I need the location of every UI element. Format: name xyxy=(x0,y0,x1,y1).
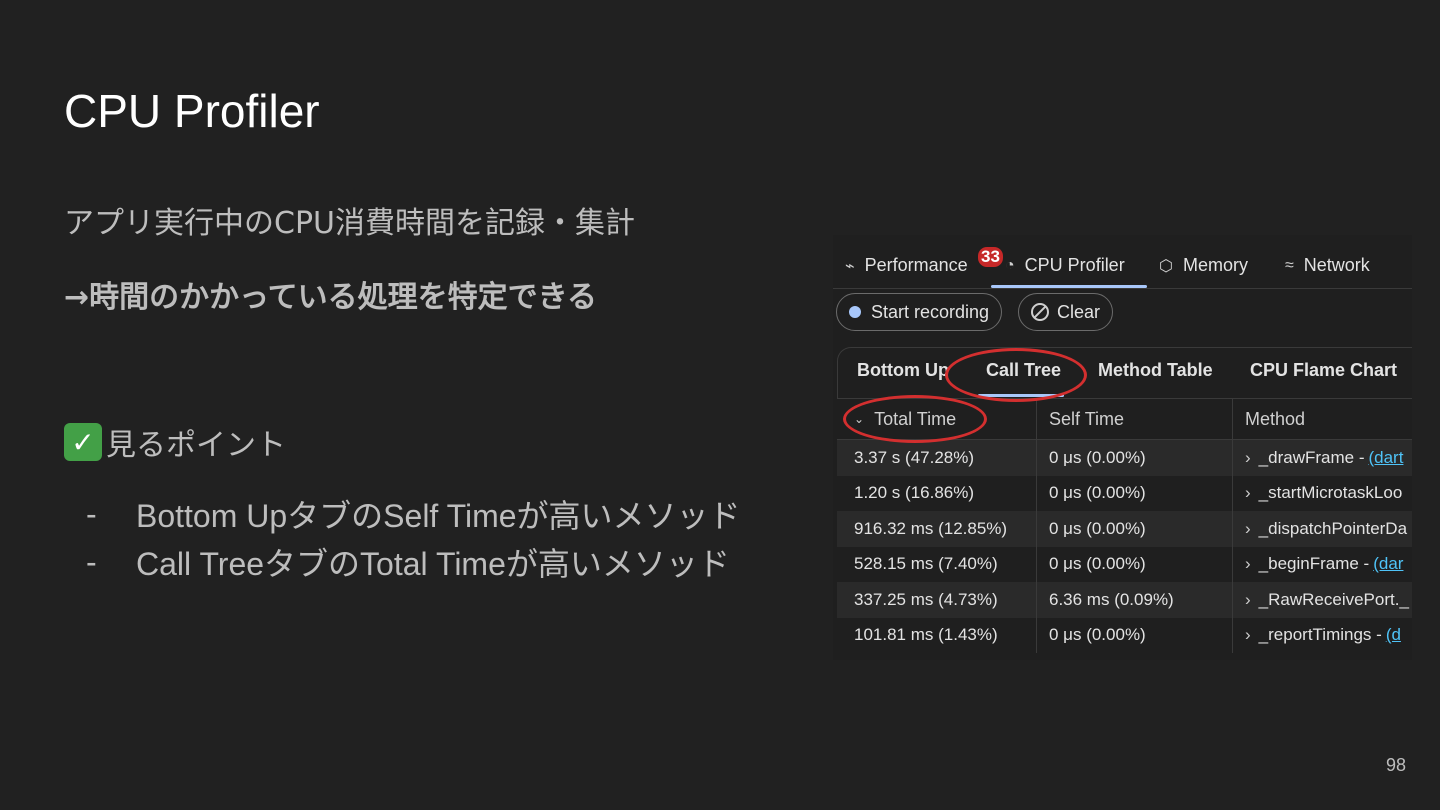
table-row[interactable]: 916.32 ms (12.85%) 0 μs (0.00%) › _dispa… xyxy=(837,511,1412,547)
bullet-dash: - xyxy=(86,495,97,532)
bullet-text: Bottom UpタブのSelf Timeが高いメソッド xyxy=(136,498,741,534)
network-icon: ≈ xyxy=(1285,256,1294,274)
total-time-cell: 337.25 ms (4.73%) xyxy=(837,582,1037,618)
column-header-self-time[interactable]: Self Time xyxy=(1037,399,1233,439)
method-cell: › _startMicrotaskLoo xyxy=(1233,476,1412,512)
cube-icon: ⬡ xyxy=(1159,257,1173,275)
clear-label: Clear xyxy=(1057,301,1101,322)
devtools-screenshot: ⌁ Performance 33 ◔ CPU Profiler ⬡ Memory… xyxy=(833,235,1412,660)
column-label: Self Time xyxy=(1049,408,1125,429)
table-row[interactable]: 101.81 ms (1.43%) 0 μs (0.00%) › _report… xyxy=(837,617,1412,654)
total-time-cell: 916.32 ms (12.85%) xyxy=(837,511,1037,547)
method-name: _beginFrame - xyxy=(1258,554,1370,574)
expand-chevron-icon[interactable]: › xyxy=(1245,483,1251,503)
tab-network[interactable]: ≈ Network xyxy=(1285,255,1370,276)
expand-chevron-icon[interactable]: › xyxy=(1245,448,1251,468)
table-row[interactable]: 3.37 s (47.28%) 0 μs (0.00%) › _drawFram… xyxy=(837,440,1412,476)
expand-chevron-icon[interactable]: › xyxy=(1245,519,1251,539)
total-time-cell: 101.81 ms (1.43%) xyxy=(837,617,1037,653)
total-time-highlight-ring xyxy=(843,395,987,443)
self-time-cell: 0 μs (0.00%) xyxy=(1037,475,1233,511)
method-cell: › _drawFrame - (dart xyxy=(1233,440,1412,476)
self-time-cell: 0 μs (0.00%) xyxy=(1037,617,1233,653)
tab-cpu-profiler[interactable]: ◔ CPU Profiler xyxy=(1005,255,1125,276)
self-time-cell: 0 μs (0.00%) xyxy=(1037,440,1233,476)
table-row[interactable]: 337.25 ms (4.73%) 6.36 ms (0.09%) › _Raw… xyxy=(837,582,1412,618)
gauge-icon: ◔ xyxy=(1005,256,1015,274)
bullet-list: - Bottom UpタブのSelf Timeが高いメソッド - Call Tr… xyxy=(86,490,741,586)
method-name: _startMicrotaskLoo xyxy=(1258,483,1403,503)
tab-label: Memory xyxy=(1182,255,1248,275)
points-heading: ✓ 見るポイント xyxy=(64,420,286,464)
tab-performance[interactable]: ⌁ Performance xyxy=(845,255,968,276)
slide-title: CPU Profiler xyxy=(64,85,320,137)
tab-bottom-up[interactable]: Bottom Up xyxy=(857,360,949,381)
tab-label: Performance xyxy=(864,255,968,275)
bullet-text: Call TreeタブのTotal Timeが高いメソッド xyxy=(136,546,730,582)
method-cell: › _reportTimings - (d xyxy=(1233,618,1412,654)
issue-count-badge: 33 xyxy=(978,247,1003,267)
self-time-cell: 6.36 ms (0.09%) xyxy=(1037,582,1233,618)
check-mark-icon: ✓ xyxy=(64,423,102,461)
performance-icon: ⌁ xyxy=(845,257,855,275)
clear-button[interactable]: Clear xyxy=(1018,293,1114,331)
total-time-cell: 528.15 ms (7.40%) xyxy=(837,546,1037,582)
devtools-tab-bar: ⌁ Performance 33 ◔ CPU Profiler ⬡ Memory… xyxy=(833,235,1412,289)
table-row[interactable]: 1.20 s (16.86%) 0 μs (0.00%) › _startMic… xyxy=(837,475,1412,512)
method-cell: › _beginFrame - (dar xyxy=(1233,547,1412,583)
method-name: _reportTimings - xyxy=(1258,625,1382,645)
total-time-cell: 3.37 s (47.28%) xyxy=(837,440,1037,476)
page-number: 98 xyxy=(1385,755,1406,775)
clear-icon xyxy=(1031,303,1049,321)
tab-label: Network xyxy=(1303,255,1370,275)
source-link[interactable]: (dart xyxy=(1368,448,1403,468)
points-heading-label: 見るポイント xyxy=(106,428,286,463)
start-recording-button[interactable]: Start recording xyxy=(836,293,1003,331)
tab-label: CPU Profiler xyxy=(1024,255,1125,275)
expand-chevron-icon[interactable]: › xyxy=(1245,625,1251,645)
method-name: _dispatchPointerDa xyxy=(1258,518,1408,538)
tab-method-table[interactable]: Method Table xyxy=(1098,360,1213,381)
profile-view-tabs: Bottom Up Call Tree Method Table CPU Fla… xyxy=(837,347,1412,399)
record-dot-icon xyxy=(849,306,861,318)
bullet-dash: - xyxy=(86,543,97,580)
method-cell: › _dispatchPointerDa xyxy=(1233,511,1412,547)
table-row[interactable]: 528.15 ms (7.40%) 0 μs (0.00%) › _beginF… xyxy=(837,546,1412,583)
method-cell: › _RawReceivePort._ xyxy=(1233,582,1412,618)
column-header-method[interactable]: Method xyxy=(1233,399,1412,439)
method-name: _drawFrame - xyxy=(1258,447,1365,467)
bullet-item: - Bottom UpタブのSelf Timeが高いメソッド xyxy=(86,490,741,538)
column-label: Method xyxy=(1245,408,1306,429)
method-name: _RawReceivePort._ xyxy=(1258,589,1409,609)
source-link[interactable]: (dar xyxy=(1373,554,1403,574)
self-time-cell: 0 μs (0.00%) xyxy=(1037,546,1233,582)
tab-memory[interactable]: ⬡ Memory xyxy=(1159,255,1248,276)
slide-subtitle: アプリ実行中のCPU消費時間を記録・集計 xyxy=(64,206,635,241)
start-recording-label: Start recording xyxy=(871,301,990,322)
source-link[interactable]: (d xyxy=(1386,625,1401,645)
slide-emphasis: →時間のかかっている処理を特定できる xyxy=(64,280,598,315)
bullet-item: - Call TreeタブのTotal Timeが高いメソッド xyxy=(86,538,741,586)
expand-chevron-icon[interactable]: › xyxy=(1245,590,1251,610)
tab-cpu-flame-chart[interactable]: CPU Flame Chart xyxy=(1250,360,1397,381)
total-time-cell: 1.20 s (16.86%) xyxy=(837,475,1037,511)
active-tab-indicator xyxy=(991,285,1147,288)
call-tree-highlight-ring xyxy=(945,348,1087,402)
self-time-cell: 0 μs (0.00%) xyxy=(1037,511,1233,547)
expand-chevron-icon[interactable]: › xyxy=(1245,554,1251,574)
